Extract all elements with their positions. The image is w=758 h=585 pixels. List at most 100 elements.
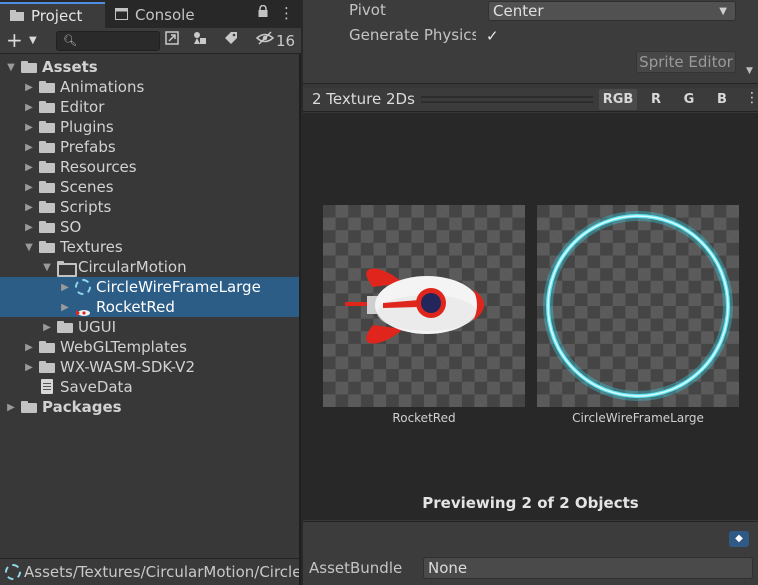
tree-row[interactable]: ▶ CircleWireFrameLarge: [0, 277, 299, 297]
search-icon: 🔍︎: [63, 34, 77, 47]
tree-row[interactable]: ▶ RocketRed: [0, 297, 299, 317]
tree-row[interactable]: ▶ UGUI: [0, 317, 299, 337]
channel-r-button[interactable]: R: [639, 89, 673, 110]
tree-row[interactable]: ▶ Resources: [0, 157, 299, 177]
tree-row[interactable]: ▶ Animations: [0, 77, 299, 97]
folder-icon: [39, 201, 55, 213]
chevron-down-icon[interactable]: ▼: [29, 35, 37, 46]
tree-row[interactable]: ▶ Plugins: [0, 117, 299, 137]
chevron-down-icon[interactable]: ▼: [24, 242, 34, 253]
channel-b-button[interactable]: B: [705, 89, 739, 110]
asset-bundle-dropdown[interactable]: None: [423, 557, 753, 579]
circle-preview[interactable]: [537, 205, 739, 407]
folder-icon: [39, 181, 55, 193]
tree-row[interactable]: ▶ Scripts: [0, 197, 299, 217]
kebab-menu-icon[interactable]: ⋮: [279, 4, 294, 22]
add-button[interactable]: +: [6, 29, 23, 51]
preview-area: RocketRed CircleWireFrameLarge Previewin…: [303, 113, 758, 520]
file-icon: [41, 379, 53, 394]
tree-row-label: Textures: [60, 238, 123, 256]
tree-row-label: Prefabs: [60, 138, 116, 156]
resize-grip[interactable]: [421, 96, 593, 103]
chevron-down-icon[interactable]: ▼: [42, 262, 52, 273]
tree-row[interactable]: ▼ Assets: [0, 57, 299, 77]
folder-icon: [39, 361, 55, 373]
chevron-right-icon[interactable]: ▶: [6, 402, 16, 413]
tree-row[interactable]: ▶ Editor: [0, 97, 299, 117]
tree-row[interactable]: ▶ WebGLTemplates: [0, 337, 299, 357]
folder-icon: [39, 81, 55, 93]
inspector-panel: Pivot Center ▼ Generate Physics Shape ✓ …: [303, 0, 758, 585]
label-tag-icon[interactable]: ◆: [729, 531, 749, 547]
generate-physics-checkbox[interactable]: ✓: [486, 27, 499, 45]
tree-row[interactable]: ▼ Textures: [0, 237, 299, 257]
kebab-menu-icon[interactable]: ⋮: [745, 90, 758, 106]
tree-row-label: SaveData: [60, 378, 133, 396]
preview-caption: RocketRed: [392, 411, 456, 425]
hidden-packages-icon[interactable]: [255, 31, 275, 51]
tab-console-label: Console: [135, 6, 195, 24]
tree-row-label: Packages: [42, 398, 122, 416]
tree-row[interactable]: ▶ Scenes: [0, 177, 299, 197]
tree-row-label: WX-WASM-SDK-V2: [60, 358, 195, 376]
pivot-value: Center: [493, 2, 544, 20]
search-input[interactable]: 🔍︎: [56, 31, 160, 51]
console-icon: [115, 6, 128, 24]
tab-bar: Project Console ⋮: [0, 0, 301, 28]
chevron-right-icon[interactable]: ▶: [42, 322, 52, 333]
scroll-down-icon[interactable]: ▼: [746, 66, 753, 76]
chevron-right-icon[interactable]: ▶: [24, 122, 34, 133]
chevron-right-icon[interactable]: ▶: [60, 302, 70, 313]
filter-by-type-icon[interactable]: [190, 31, 210, 51]
preview-header: 2 Texture 2Ds RGB R G B ⋮: [303, 88, 758, 112]
tree-row[interactable]: ▼ CircularMotion: [0, 257, 299, 277]
preview-caption: CircleWireFrameLarge: [572, 411, 704, 425]
lock-icon[interactable]: [258, 4, 268, 21]
texture-rocket-icon: [75, 303, 91, 316]
tree-row-label: UGUI: [78, 318, 117, 336]
folder-icon: [39, 221, 55, 233]
tree-row[interactable]: SaveData: [0, 377, 299, 397]
breadcrumb: Assets/Textures/CircularMotion/CircleWir…: [0, 558, 299, 585]
channel-g-button[interactable]: G: [672, 89, 706, 110]
tree-row-label: CircularMotion: [78, 258, 187, 276]
tab-console[interactable]: Console: [105, 2, 205, 28]
chevron-right-icon[interactable]: ▶: [24, 142, 34, 153]
tree-row-label: WebGLTemplates: [60, 338, 187, 356]
label-tag-icon[interactable]: [221, 31, 241, 51]
preview-title: 2 Texture 2Ds: [312, 90, 415, 108]
chevron-right-icon[interactable]: ▶: [24, 202, 34, 213]
tree-row[interactable]: ▶ Packages: [0, 397, 299, 417]
import-settings: Pivot Center ▼ Generate Physics Shape ✓ …: [303, 0, 758, 84]
tree-row-label: Animations: [60, 78, 145, 96]
tab-project[interactable]: Project: [0, 2, 105, 28]
tree-row-label: Plugins: [60, 118, 114, 136]
chevron-right-icon[interactable]: ▶: [24, 342, 34, 353]
folder-icon: [21, 401, 37, 413]
folder-icon: [39, 161, 55, 173]
chevron-right-icon[interactable]: ▶: [24, 102, 34, 113]
chevron-right-icon[interactable]: ▶: [24, 222, 34, 233]
folder-icon: [39, 341, 55, 353]
tree-row-label: RocketRed: [96, 298, 175, 316]
folder-icon: [39, 241, 55, 253]
tree-row[interactable]: ▶ SO: [0, 217, 299, 237]
chevron-down-icon[interactable]: ▼: [6, 62, 16, 73]
chevron-right-icon[interactable]: ▶: [24, 82, 34, 93]
chevron-right-icon[interactable]: ▶: [60, 282, 70, 293]
folder-icon: [39, 141, 55, 153]
folder-icon: [21, 61, 37, 73]
search-by-type-icon[interactable]: [162, 31, 182, 51]
tree-row-label: Scenes: [60, 178, 114, 196]
channel-rgb-button[interactable]: RGB: [599, 89, 637, 110]
rocket-preview[interactable]: [323, 205, 525, 407]
tree-row[interactable]: ▶ WX-WASM-SDK-V2: [0, 357, 299, 377]
chevron-right-icon[interactable]: ▶: [24, 182, 34, 193]
chevron-right-icon[interactable]: ▶: [24, 362, 34, 373]
sprite-editor-button[interactable]: Sprite Editor: [636, 51, 736, 73]
folder-icon: [39, 101, 55, 113]
chevron-right-icon[interactable]: ▶: [24, 162, 34, 173]
tree-row-label: CircleWireFrameLarge: [96, 278, 261, 296]
pivot-dropdown[interactable]: Center ▼: [488, 1, 736, 21]
tree-row[interactable]: ▶ Prefabs: [0, 137, 299, 157]
